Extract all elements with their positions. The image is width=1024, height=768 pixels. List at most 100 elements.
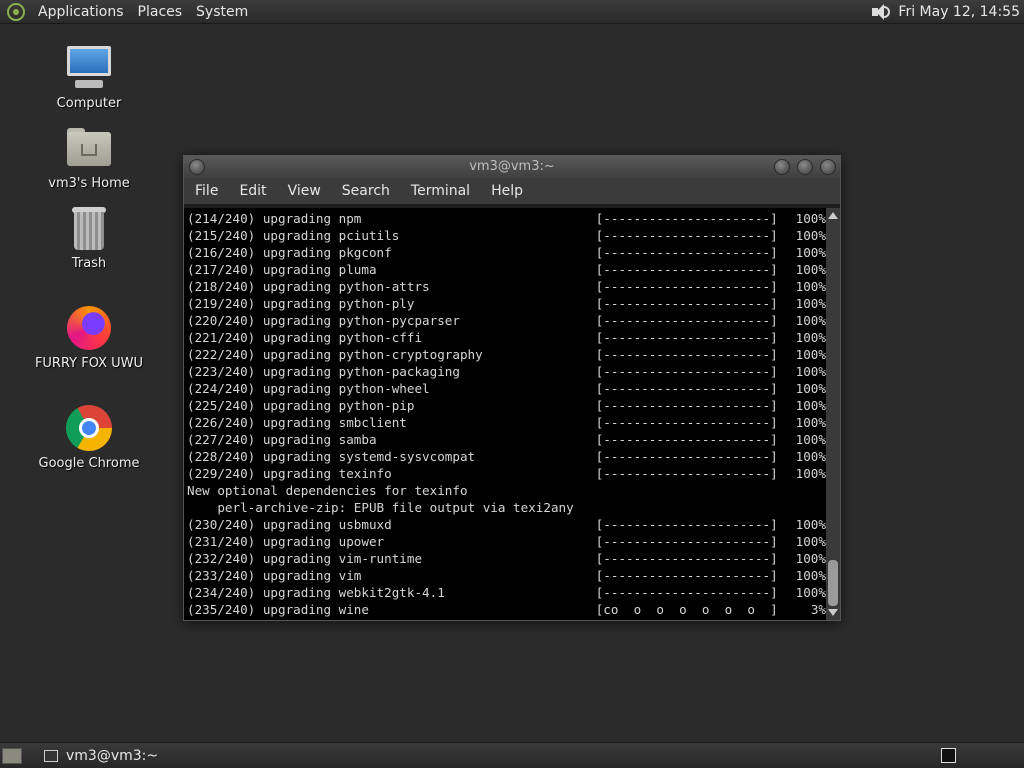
top-panel-tray: Fri May 12, 14:55: [870, 3, 1024, 21]
terminal-line-text: (228/240) upgrading systemd-sysvcompat: [187, 449, 476, 464]
progress-percent: 100%: [795, 534, 826, 549]
progress-percent: 100%: [795, 585, 826, 600]
terminal-line-text: (220/240) upgrading python-pycparser: [187, 313, 460, 328]
menu-file[interactable]: File: [187, 183, 226, 199]
terminal-line-text: (214/240) upgrading npm: [187, 211, 362, 226]
progress-bar-text: [----------------------]: [595, 262, 778, 277]
desktop-icon-firefox[interactable]: FURRY FOX UWU: [29, 304, 149, 371]
menu-terminal[interactable]: Terminal: [403, 183, 478, 199]
terminal-window[interactable]: vm3@vm3:~ File Edit View Search Terminal…: [183, 155, 841, 621]
terminal-line: (217/240) upgrading pluma [--------------…: [187, 261, 826, 278]
terminal-line: (226/240) upgrading smbclient [----------…: [187, 414, 826, 431]
terminal-line: (219/240) upgrading python-ply [---------…: [187, 295, 826, 312]
progress-percent: 100%: [795, 568, 826, 583]
terminal-line: (225/240) upgrading python-pip [---------…: [187, 397, 826, 414]
progress-percent: 100%: [795, 466, 826, 481]
terminal-menubar: File Edit View Search Terminal Help: [184, 178, 840, 204]
progress-percent: 100%: [795, 364, 826, 379]
terminal-line: (233/240) upgrading vim [----------------…: [187, 567, 826, 584]
close-icon[interactable]: [820, 159, 836, 175]
terminal-line-text: (226/240) upgrading smbclient: [187, 415, 407, 430]
terminal-line-text: (231/240) upgrading upower: [187, 534, 385, 549]
desktop-icon-home[interactable]: vm3's Home: [29, 124, 149, 191]
minimize-icon[interactable]: [774, 159, 790, 175]
workspace-switcher[interactable]: [941, 748, 956, 763]
progress-bar-text: [----------------------]: [595, 466, 778, 481]
terminal-line-text: perl-archive-zip: EPUB file output via t…: [187, 500, 574, 515]
progress-bar-text: [----------------------]: [595, 279, 778, 294]
progress-percent: 100%: [795, 262, 826, 277]
desktop-icon-trash[interactable]: Trash: [29, 204, 149, 271]
firefox-icon: [65, 304, 113, 352]
terminal-titlebar[interactable]: vm3@vm3:~: [184, 156, 840, 178]
progress-percent: 100%: [795, 398, 826, 413]
terminal-line-text: (234/240) upgrading webkit2gtk-4.1: [187, 585, 445, 600]
progress-percent: 100%: [795, 279, 826, 294]
chrome-icon: [65, 404, 113, 452]
progress-bar-text: [----------------------]: [595, 364, 778, 379]
terminal-line: (229/240) upgrading texinfo [------------…: [187, 465, 826, 482]
menu-help[interactable]: Help: [483, 183, 531, 199]
terminal-line: (222/240) upgrading python-cryptography […: [187, 346, 826, 363]
scroll-thumb[interactable]: [828, 560, 838, 606]
terminal-line-text: (218/240) upgrading python-attrs: [187, 279, 430, 294]
menu-applications[interactable]: Applications: [31, 4, 131, 20]
progress-bar-text: [----------------------]: [595, 398, 778, 413]
terminal-line-text: (221/240) upgrading python-cffi: [187, 330, 423, 345]
terminal-line: (215/240) upgrading pciutils [-----------…: [187, 227, 826, 244]
terminal-output[interactable]: (214/240) upgrading npm [----------------…: [184, 208, 826, 620]
progress-percent: 100%: [795, 415, 826, 430]
progress-bar-text: [----------------------]: [595, 517, 778, 532]
terminal-line-text: (215/240) upgrading pciutils: [187, 228, 400, 243]
terminal-line-text: (216/240) upgrading pkgconf: [187, 245, 392, 260]
terminal-line-text: New optional dependencies for texinfo: [187, 483, 468, 498]
terminal-line: (231/240) upgrading upower [-------------…: [187, 533, 826, 550]
taskbar-item-terminal[interactable]: vm3@vm3:~: [38, 745, 164, 767]
terminal-line-text: (229/240) upgrading texinfo: [187, 466, 392, 481]
terminal-line: New optional dependencies for texinfo: [187, 482, 826, 499]
volume-icon[interactable]: [870, 3, 891, 21]
maximize-icon[interactable]: [797, 159, 813, 175]
terminal-scrollbar[interactable]: [826, 208, 840, 620]
menu-places[interactable]: Places: [131, 4, 190, 20]
scroll-up-icon[interactable]: [828, 212, 838, 219]
menu-view[interactable]: View: [280, 183, 329, 199]
progress-bar-text: [----------------------]: [595, 568, 778, 583]
terminal-line: (230/240) upgrading usbmuxd [------------…: [187, 516, 826, 533]
terminal-icon: [44, 749, 58, 762]
desktop-icon-label: Computer: [56, 96, 122, 111]
mate-logo-icon[interactable]: [7, 2, 25, 21]
progress-bar-text: [----------------------]: [595, 228, 778, 243]
menu-system[interactable]: System: [189, 4, 255, 20]
terminal-line-text: (217/240) upgrading pluma: [187, 262, 377, 277]
terminal-line-text: (222/240) upgrading python-cryptography: [187, 347, 483, 362]
show-desktop-icon[interactable]: [2, 747, 22, 764]
terminal-line: (221/240) upgrading python-cffi [--------…: [187, 329, 826, 346]
progress-percent: 100%: [795, 211, 826, 226]
clock[interactable]: Fri May 12, 14:55: [898, 4, 1020, 20]
terminal-line: (234/240) upgrading webkit2gtk-4.1 [-----…: [187, 584, 826, 601]
progress-bar-text: [----------------------]: [595, 534, 778, 549]
desktop-icon-label: Trash: [71, 256, 107, 271]
progress-percent: 100%: [795, 296, 826, 311]
desktop-icon-chrome[interactable]: Google Chrome: [29, 404, 149, 471]
terminal-line: (214/240) upgrading npm [----------------…: [187, 210, 826, 227]
progress-bar-text: [----------------------]: [595, 313, 778, 328]
progress-bar-text: [----------------------]: [595, 381, 778, 396]
progress-percent: 100%: [795, 517, 826, 532]
terminal-line-text: (223/240) upgrading python-packaging: [187, 364, 460, 379]
computer-icon: [65, 44, 113, 92]
menu-edit[interactable]: Edit: [231, 183, 274, 199]
desktop-icon-label: vm3's Home: [48, 176, 130, 191]
desktop-icon-computer[interactable]: Computer: [29, 44, 149, 111]
menu-search[interactable]: Search: [334, 183, 398, 199]
progress-percent: 100%: [795, 330, 826, 345]
scroll-down-icon[interactable]: [828, 609, 838, 616]
progress-bar-text: [----------------------]: [595, 432, 778, 447]
desktop-icon-label: FURRY FOX UWU: [34, 356, 144, 371]
progress-bar-text: [----------------------]: [595, 415, 778, 430]
window-menu-icon[interactable]: [189, 159, 205, 175]
terminal-line: (223/240) upgrading python-packaging [---…: [187, 363, 826, 380]
progress-percent: 100%: [795, 313, 826, 328]
progress-bar-text: [----------------------]: [595, 551, 778, 566]
